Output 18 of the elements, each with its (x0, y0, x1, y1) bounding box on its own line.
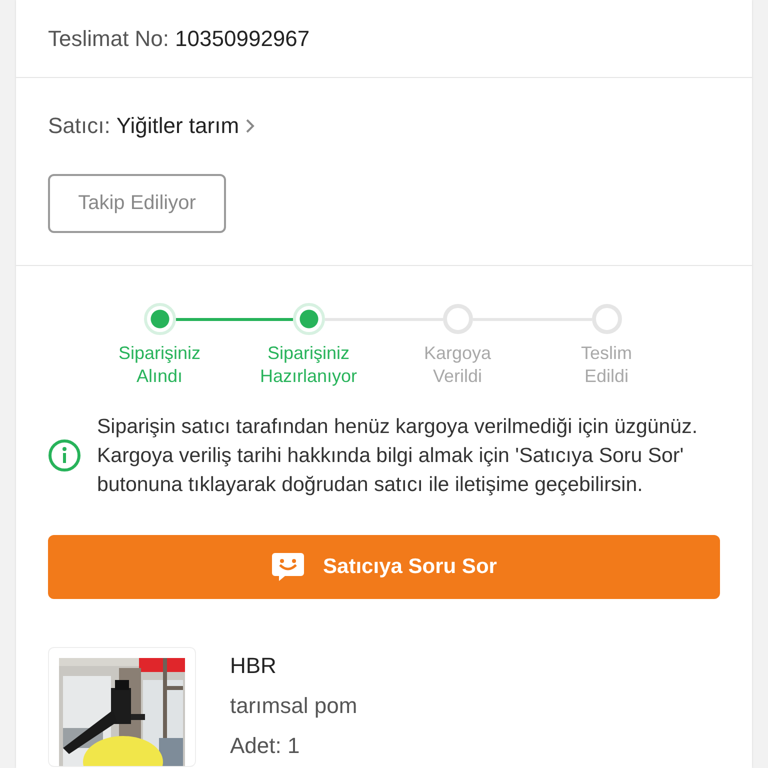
product-name: tarımsal pom (230, 692, 358, 720)
step-label: Kargoya Verildi (422, 342, 492, 388)
step-label: Siparişiniz Hazırlanıyor (258, 342, 358, 388)
ask-seller-button[interactable]: Satıcıya Soru Sor (48, 535, 720, 599)
seller-name[interactable]: Yiğitler tarım (116, 113, 240, 139)
info-message: Siparişin satıcı tarafından henüz kargoya verilmediği için üzgünüz. Kargoya veriliş tarihi hakkında bilgi almak için 'Satıcıya Soru Sor' butonuna tıklayarak doğrudan satıcı ile iletişime geçebilirsin. (97, 414, 699, 498)
chat-bubble-icon (271, 552, 306, 582)
seller-label: Satıcı: (48, 113, 110, 139)
delivery-number: 10350992967 (175, 26, 310, 52)
step-label: Siparişiniz Alındı (117, 342, 202, 388)
delivery-label: Teslimat No: (48, 26, 170, 52)
chevron-right-icon[interactable] (245, 118, 256, 134)
product-thumbnail[interactable] (48, 647, 196, 767)
info-icon (48, 439, 81, 472)
product-quantity: Adet: 1 (230, 732, 301, 760)
follow-button[interactable]: Takip Ediliyor (48, 174, 226, 233)
step-label: Teslim Edildi (580, 342, 633, 388)
product-brand: HBR (230, 652, 278, 680)
